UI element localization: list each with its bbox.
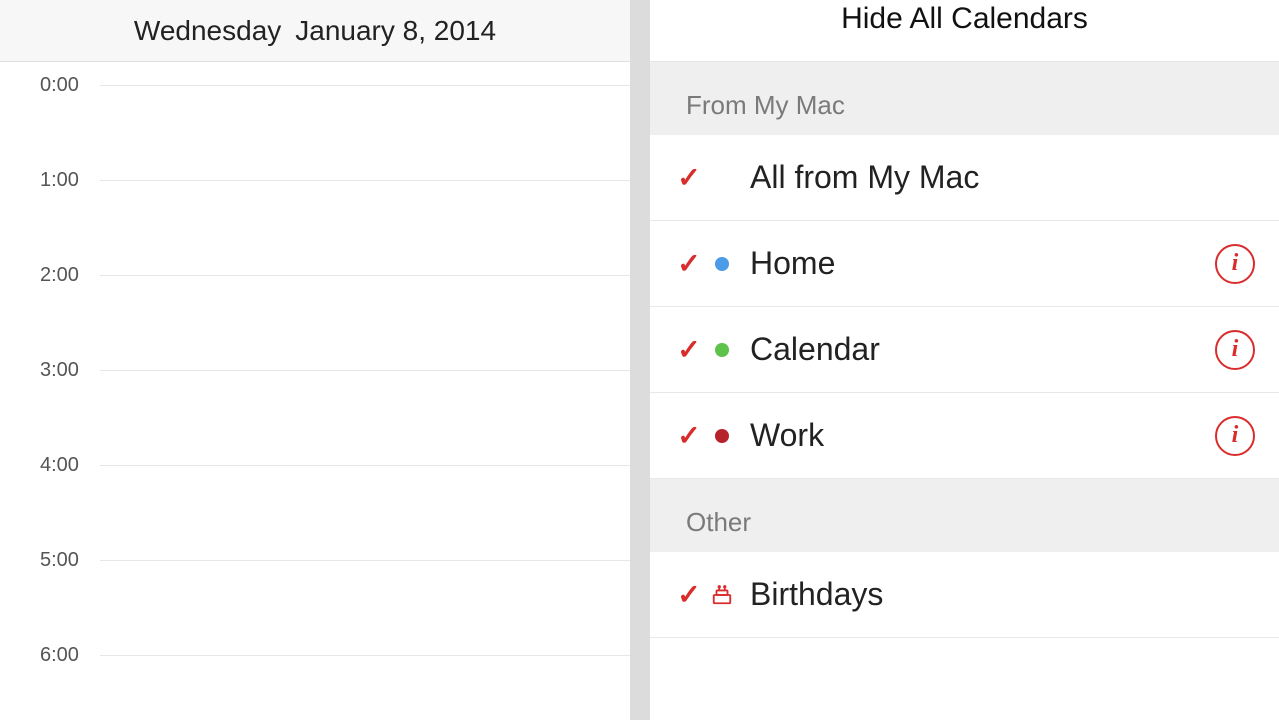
- hour-row: 4:00: [0, 442, 630, 537]
- hour-divider: [100, 465, 630, 466]
- calendar-row-all-mac[interactable]: ✓ All from My Mac: [650, 135, 1279, 221]
- panel-gap: [630, 0, 650, 720]
- calendar-name: Calendar: [740, 331, 1215, 368]
- color-dot-slot: [704, 343, 740, 357]
- checkmark-icon: ✓: [674, 578, 704, 611]
- hour-row: 2:00: [0, 252, 630, 347]
- hour-divider: [100, 275, 630, 276]
- checkmark-icon: ✓: [674, 419, 704, 452]
- calendar-name: All from My Mac: [704, 159, 1255, 196]
- hour-label: 3:00: [40, 359, 79, 382]
- hour-divider: [100, 180, 630, 181]
- calendar-row-calendar[interactable]: ✓ Calendar i: [650, 307, 1279, 393]
- section-header-other: Other: [650, 479, 1279, 552]
- hour-row: 3:00: [0, 347, 630, 442]
- hide-all-calendars-button[interactable]: Hide All Calendars: [650, 0, 1279, 62]
- date-header: Wednesday January 8, 2014: [0, 0, 630, 62]
- hour-row: 6:00: [0, 632, 630, 727]
- hour-divider: [100, 370, 630, 371]
- calendar-row-home[interactable]: ✓ Home i: [650, 221, 1279, 307]
- info-button[interactable]: i: [1215, 244, 1255, 284]
- hour-label: 1:00: [40, 169, 79, 192]
- calendar-row-work[interactable]: ✓ Work i: [650, 393, 1279, 479]
- hour-row: 0:00: [0, 62, 630, 157]
- hour-label: 4:00: [40, 454, 79, 477]
- hour-label: 5:00: [40, 549, 79, 572]
- info-button[interactable]: i: [1215, 330, 1255, 370]
- hour-row: 1:00: [0, 157, 630, 252]
- hour-divider: [100, 560, 630, 561]
- calendars-panel: Hide All Calendars From My Mac ✓ All fro…: [650, 0, 1279, 720]
- date-label: January 8, 2014: [295, 15, 496, 47]
- birthday-icon: [704, 584, 740, 606]
- checkmark-icon: ✓: [674, 247, 704, 280]
- calendar-name: Home: [740, 245, 1215, 282]
- info-button[interactable]: i: [1215, 416, 1255, 456]
- calendar-name: Birthdays: [740, 576, 1255, 613]
- day-view-panel: Wednesday January 8, 2014 0:00 1:00 2:00…: [0, 0, 630, 720]
- calendar-color-dot-icon: [715, 257, 729, 271]
- hour-divider: [100, 655, 630, 656]
- color-dot-slot: [704, 429, 740, 443]
- calendar-row-birthdays[interactable]: ✓ Birthdays: [650, 552, 1279, 638]
- hour-divider: [100, 85, 630, 86]
- calendar-color-dot-icon: [715, 343, 729, 357]
- checkmark-icon: ✓: [674, 161, 704, 194]
- hour-label: 0:00: [40, 74, 79, 97]
- hour-label: 2:00: [40, 264, 79, 287]
- hour-row: 5:00: [0, 537, 630, 632]
- section-header-mac: From My Mac: [650, 62, 1279, 135]
- calendar-name: Work: [740, 417, 1215, 454]
- checkmark-icon: ✓: [674, 333, 704, 366]
- color-dot-slot: [704, 257, 740, 271]
- hour-label: 6:00: [40, 644, 79, 667]
- weekday-label: Wednesday: [134, 15, 281, 47]
- calendar-color-dot-icon: [715, 429, 729, 443]
- timeline[interactable]: 0:00 1:00 2:00 3:00 4:00 5:00 6:00: [0, 62, 630, 720]
